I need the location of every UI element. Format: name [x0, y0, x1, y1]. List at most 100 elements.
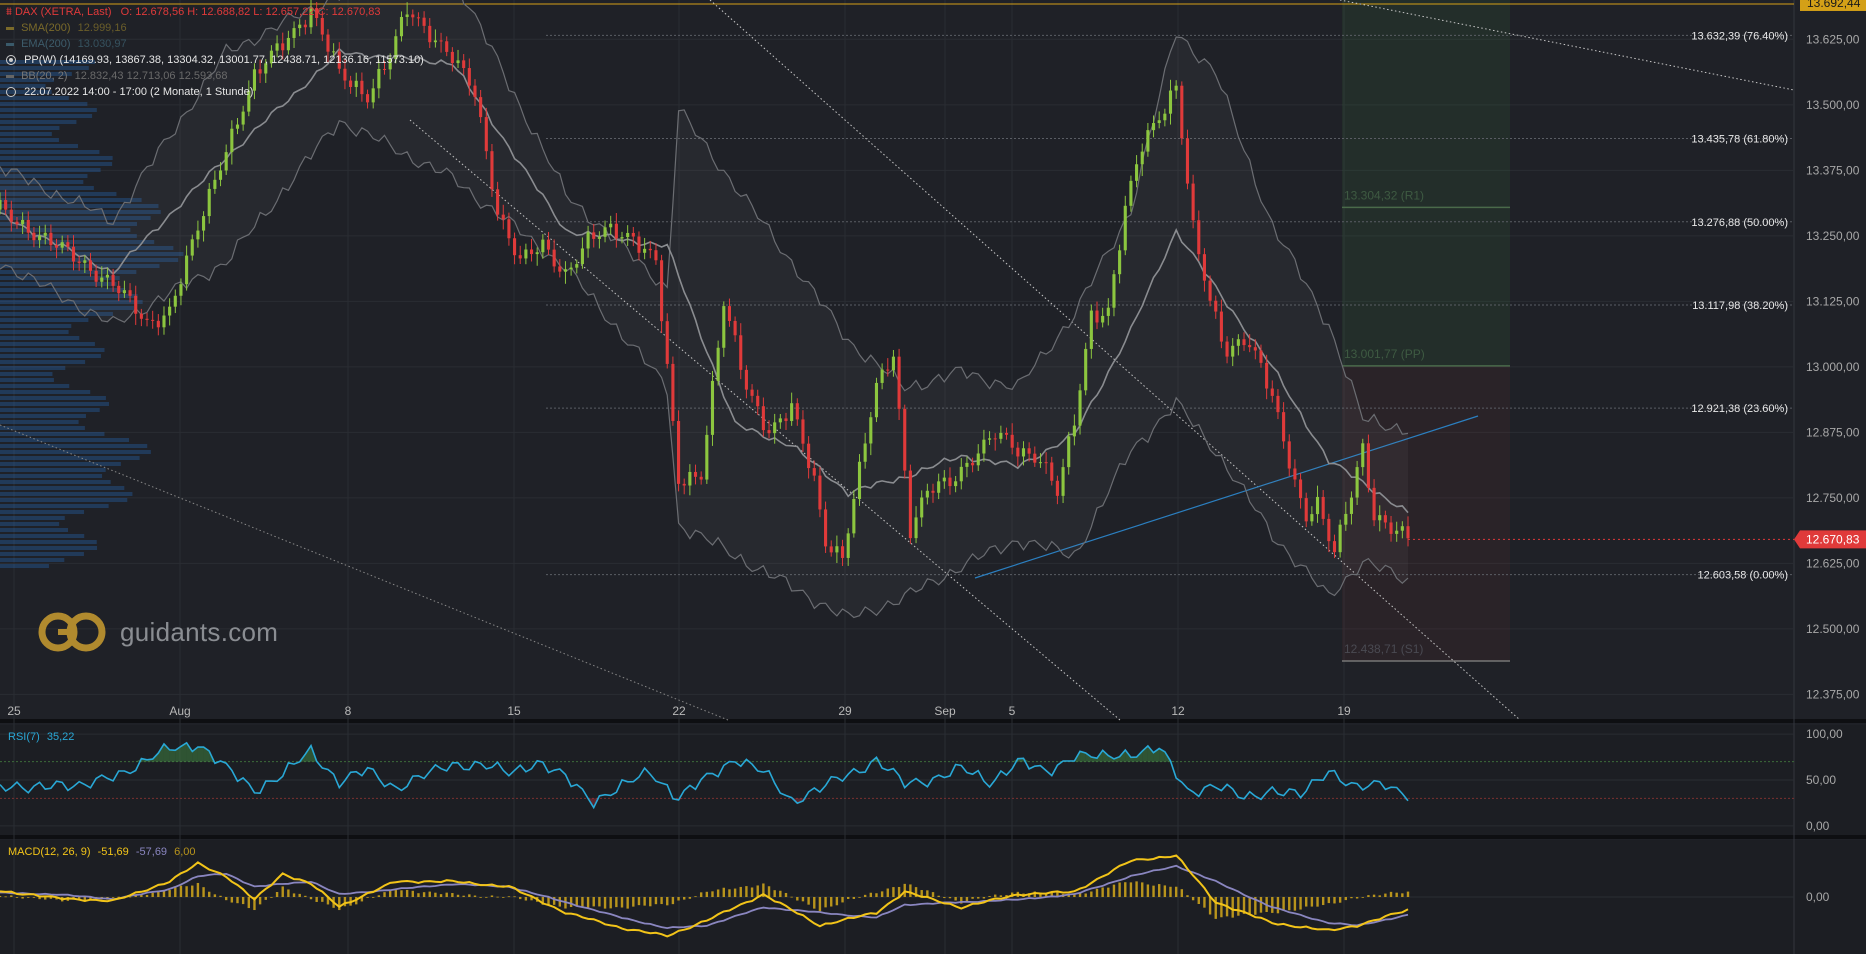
macd-histogram-bar	[309, 897, 313, 900]
candle-body	[145, 318, 149, 320]
candle-body	[648, 248, 652, 251]
macd-histogram-bar	[1327, 897, 1331, 904]
candle-body	[275, 43, 279, 51]
y-tick-label: 13.250,00	[1806, 229, 1860, 243]
candle-body	[518, 255, 522, 259]
candle-body	[1310, 514, 1314, 522]
candle-body	[563, 269, 568, 272]
candle-body	[1021, 448, 1026, 457]
macd-histogram-bar	[1129, 882, 1133, 897]
volume-profile-bar	[0, 450, 151, 454]
macd-histogram-bar	[1095, 888, 1099, 897]
macd-histogram-bar	[519, 897, 522, 900]
macd-histogram-bar	[507, 896, 511, 898]
candle-body	[507, 219, 511, 239]
candle-body	[1095, 310, 1099, 323]
candle-body	[1214, 300, 1218, 312]
candle-body	[230, 128, 234, 153]
macd-histogram-bar	[111, 897, 115, 898]
macd-histogram-bar	[807, 897, 810, 905]
candle-body	[948, 477, 952, 487]
macd-histogram-bar	[502, 897, 505, 898]
macd-histogram-bar	[191, 885, 194, 897]
macd-histogram-bar	[801, 897, 805, 902]
candle-body	[185, 255, 189, 285]
macd-histogram-bar	[931, 892, 935, 897]
macd-histogram-bar	[852, 897, 856, 899]
rsi-title: RSI(7)	[8, 731, 40, 743]
candle-body	[365, 94, 370, 103]
macd-legend[interactable]: MACD(12, 26, 9) -51,69 -57,69 6,00	[8, 846, 196, 858]
candle-body	[988, 438, 992, 440]
macd-histogram-bar	[473, 895, 477, 897]
macd-histogram-bar	[1141, 882, 1144, 897]
sma-legend[interactable]: SMA(200) 12.999,16	[6, 21, 127, 35]
candle-body	[179, 284, 183, 296]
macd-histogram-bar	[643, 897, 646, 906]
macd-histogram-bar	[422, 892, 426, 897]
macd-histogram-bar	[750, 887, 754, 897]
macd-histogram-bar	[338, 897, 341, 911]
volume-profile-bar	[0, 120, 77, 124]
candle-body	[1236, 339, 1240, 346]
macd-histogram-bar	[281, 886, 284, 897]
volume-profile-bar	[0, 480, 111, 484]
candle-body	[767, 430, 771, 434]
volume-profile-bar	[0, 558, 65, 562]
macd-histogram-bar	[270, 897, 273, 898]
rsi-tick-label: 50,00	[1806, 773, 1836, 787]
volume-profile-bar	[0, 522, 60, 526]
macd-histogram-bar	[1288, 897, 1291, 911]
candle-body	[1123, 205, 1127, 251]
ema-legend[interactable]: EMA(200) 13.030,97	[6, 37, 127, 51]
volume-profile-bar	[0, 456, 140, 460]
fib-level-label: 13.117,98 (38.20%)	[1692, 300, 1788, 312]
macd-histogram-bar	[728, 889, 731, 897]
y-tick-label: 12.875,00	[1806, 425, 1860, 439]
candle-body	[1151, 123, 1156, 131]
volume-profile-bar	[0, 162, 113, 166]
volume-profile-bar	[0, 468, 106, 472]
candle-body	[569, 267, 573, 270]
candle-body	[676, 420, 681, 484]
macd-histogram-bar	[1157, 884, 1161, 897]
volume-profile-bar	[0, 474, 103, 478]
candle-body	[846, 533, 850, 558]
volume-profile-bar	[0, 516, 65, 520]
macd-histogram-bar	[1214, 897, 1217, 919]
candle-body	[1180, 85, 1184, 139]
macd-histogram-bar	[479, 897, 482, 898]
macd-histogram-bar	[394, 890, 398, 897]
candle-body	[603, 227, 607, 237]
candle-body	[609, 223, 613, 228]
macd-histogram-bar	[1282, 897, 1285, 911]
rsi-legend[interactable]: RSI(7) 35,22	[8, 731, 74, 743]
candle-body	[399, 16, 404, 37]
pp-legend[interactable]: PP(W) (14169.93, 13867.38, 13304.32, 130…	[6, 53, 424, 67]
candle-body	[1089, 310, 1093, 349]
macd-histogram-bar	[241, 897, 245, 905]
x-tick-label: 22	[672, 704, 686, 718]
macd-tick-label: 0,00	[1806, 890, 1830, 904]
chart-type-icon: ⩩	[6, 6, 12, 18]
instrument-name[interactable]: DAX (XETRA, Last)	[15, 6, 112, 18]
candle-body	[750, 389, 754, 396]
candle-body	[1270, 388, 1274, 396]
fib-level-label: 13.276,88 (50.00%)	[1691, 217, 1788, 229]
candle-body	[473, 85, 477, 98]
macd-histogram-bar	[202, 887, 205, 897]
candle-body	[94, 270, 98, 282]
macd-histogram-bar	[954, 897, 957, 901]
ema-label: EMA(200)	[21, 38, 71, 50]
bb-legend[interactable]: BB(20, 2) 12.832,43 12.713,06 12.593,68	[6, 69, 228, 83]
macd-histogram-bar	[247, 897, 251, 909]
macd-histogram-bar	[796, 897, 799, 901]
candle-body	[914, 517, 918, 539]
volume-profile-bar	[0, 384, 70, 388]
candle-body	[699, 476, 703, 480]
candle-body	[886, 369, 890, 371]
candle-body	[660, 260, 664, 322]
candle-body	[1185, 138, 1190, 184]
candle-body	[790, 403, 794, 422]
candle-body	[1202, 254, 1206, 281]
